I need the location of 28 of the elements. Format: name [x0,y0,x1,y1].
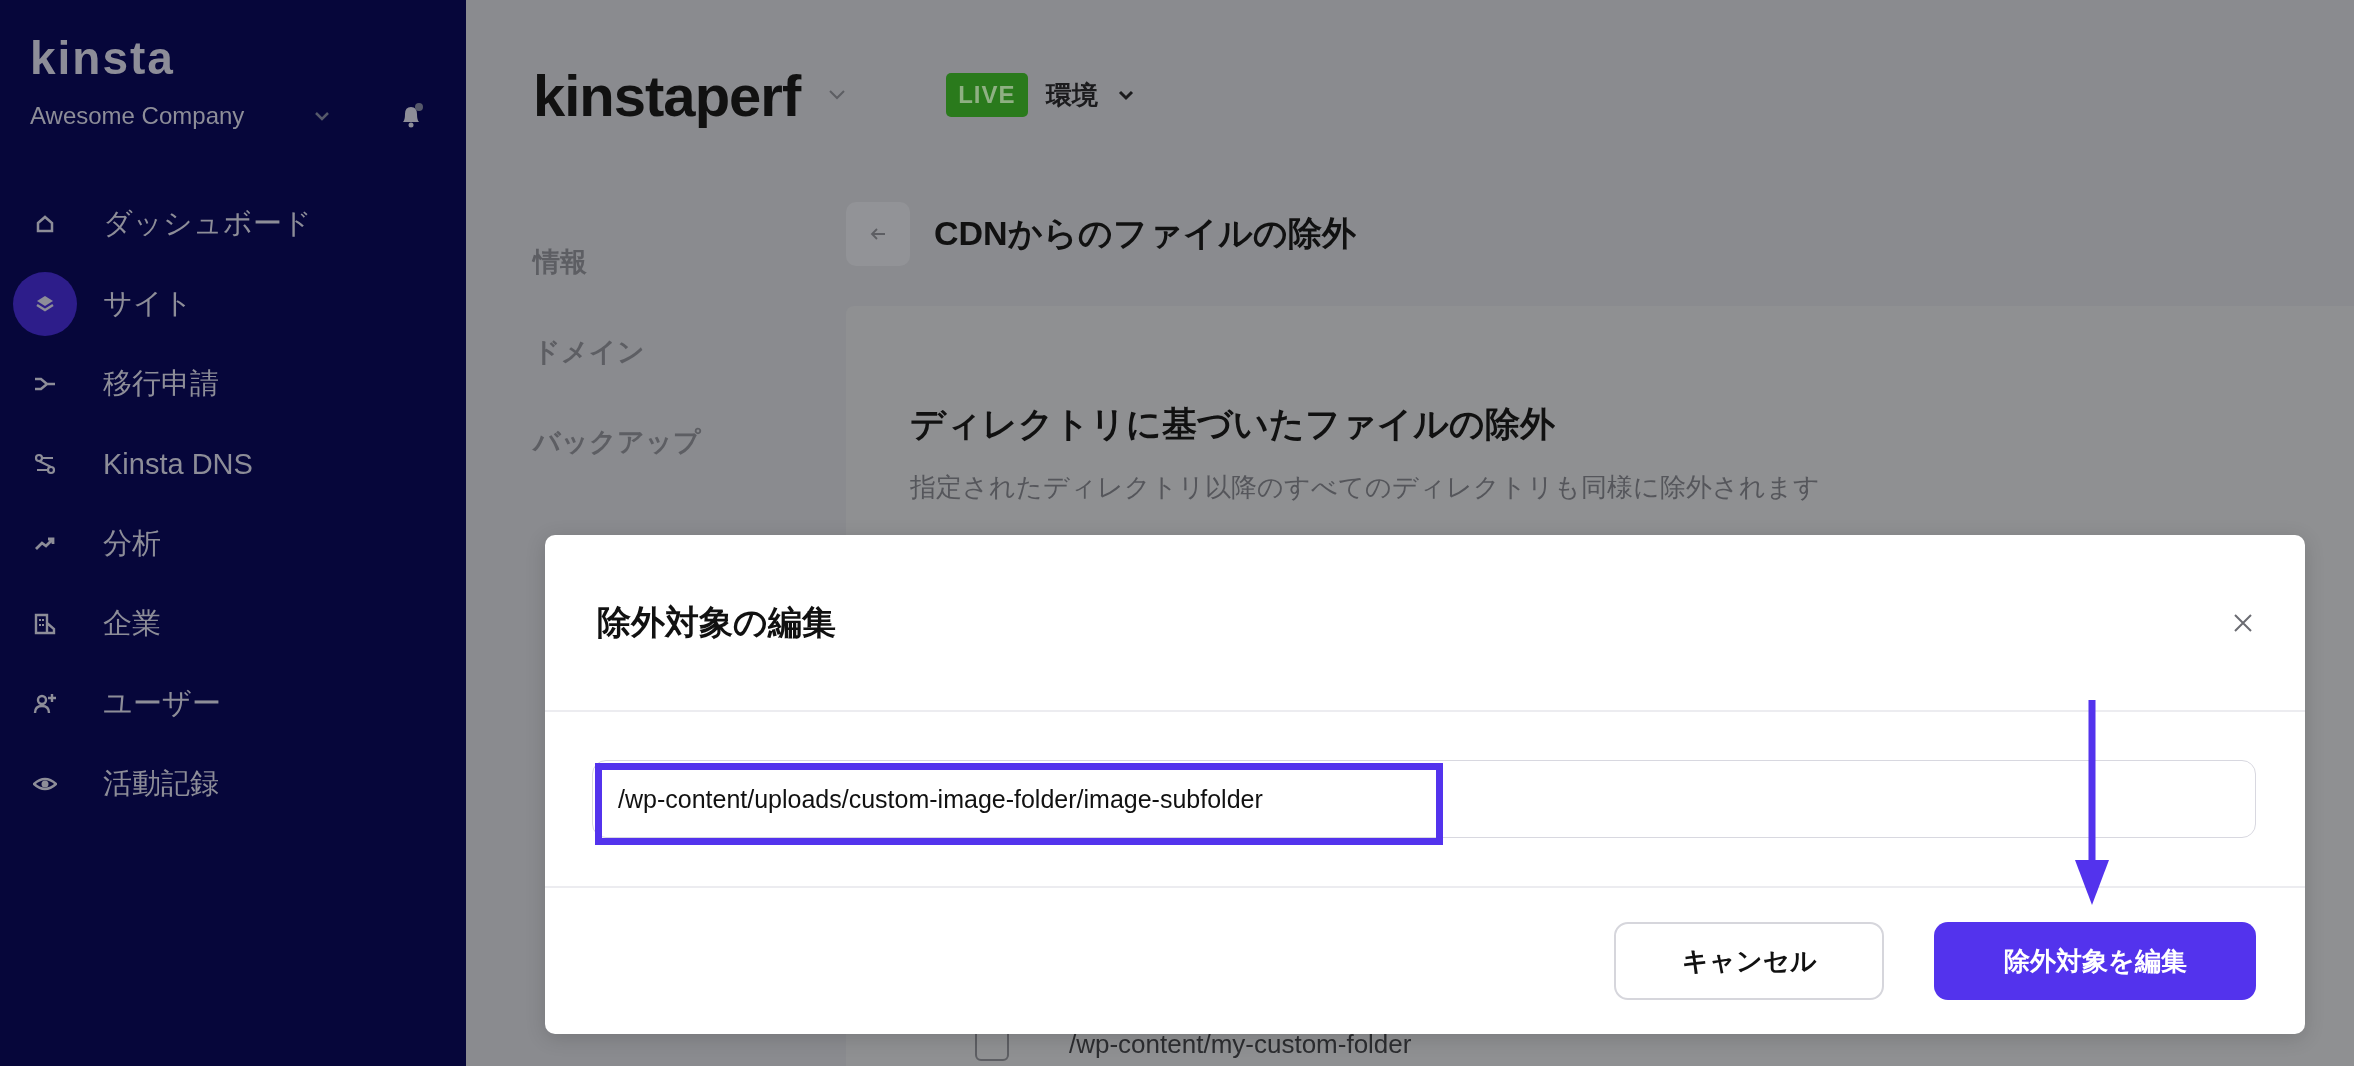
site-name[interactable]: kinstaperf [533,61,801,129]
section-title: ディレクトリに基づいたファイルの除外 [910,403,1556,445]
close-icon [2234,613,2252,632]
chevron-down-icon [828,89,847,101]
nav-item[interactable]: Kinsta DNS [13,424,466,504]
environment-label[interactable]: 環境 [1045,77,1098,113]
route-icon [33,452,57,476]
nav-item[interactable]: ユーザー [13,664,466,744]
nav-item[interactable]: 分析 [13,504,466,584]
chevron-down-icon [1117,89,1134,101]
nav-item[interactable]: サイト [13,264,466,344]
modal-title: 除外対象の編集 [597,601,836,643]
nav-item[interactable]: 企業 [13,584,466,664]
cancel-button[interactable]: キャンセル [1614,922,1884,1000]
input-field[interactable]: /wp-content/uploads/custom-image-folder/image-subfolder [592,760,2256,838]
exclusion-path: /wp-content/my-custom-folder [1069,1028,1412,1060]
logo: kinsta [30,31,176,86]
add-user-icon [33,692,57,716]
page-title: CDNからのファイルの除外 [934,213,1356,254]
company-name[interactable]: Awesome Company [30,102,313,130]
nav-item[interactable]: 活動記録 [13,744,466,824]
nav-item[interactable]: 移行申請 [13,344,466,424]
building-icon [33,612,57,636]
confirm-button[interactable]: 除外対象を編集 [1934,922,2256,1000]
nav-item[interactable]: ダッシュボード [13,184,466,264]
environment-badge: LIVE [946,73,1028,117]
chevron-down-icon [313,110,331,122]
section-description: 指定されたディレクトリ以降のすべてのディレクトリも同様に除外されます [910,471,1821,504]
